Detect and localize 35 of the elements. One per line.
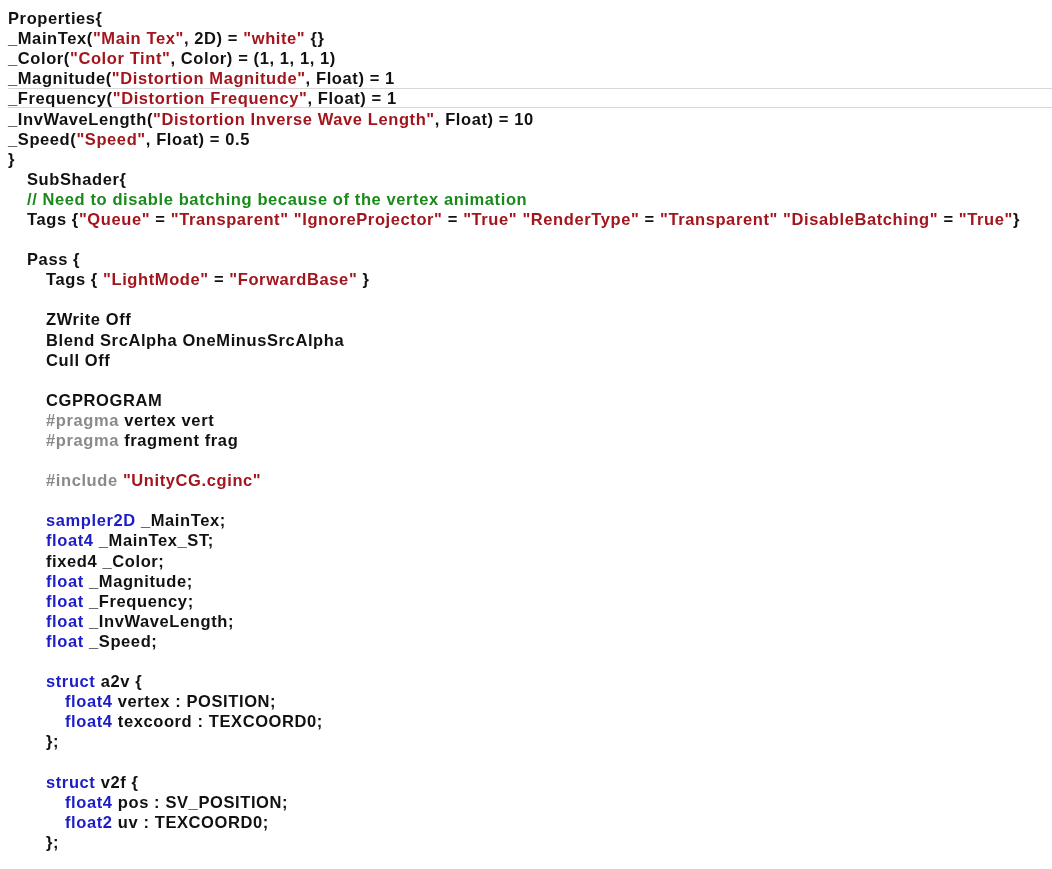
code-line: ZWrite Off (46, 309, 132, 330)
code-line: fixed4 _Color; (46, 550, 165, 571)
code-line: #include "UnityCG.cginc" (46, 470, 262, 491)
code-line: Properties{ (8, 8, 103, 29)
code-line: _Speed("Speed", Float) = 0.5 (8, 128, 250, 149)
code-line: float _Magnitude; (46, 570, 193, 591)
code-line: Tags {"Queue" = "Transparent" "IgnoreProjector" = "True" "RenderType" = "Transparent" "DisableBatching" = "True"} (27, 209, 1020, 229)
code-line: sampler2D _MainTex; (46, 510, 226, 531)
code-line: CGPROGRAM (46, 389, 163, 410)
code-line: }; (46, 731, 60, 752)
code-line: Tags { "LightMode" = "ForwardBase" } (46, 269, 370, 290)
code-line: struct v2f { (46, 771, 139, 792)
code-line: Pass { (27, 249, 81, 270)
code-line: float4 vertex : POSITION; (65, 691, 277, 712)
code-line: float4 _MainTex_ST; (46, 530, 214, 551)
code-line: #pragma fragment frag (46, 430, 239, 450)
code-line: _Magnitude("Distortion Magnitude", Float) = 1 (8, 68, 395, 89)
code-line: #pragma vertex vert (46, 409, 215, 430)
code-line: struct a2v { (46, 671, 143, 692)
code-line: _InvWaveLength("Distortion Inverse Wave Length", Float) = 10 (8, 108, 534, 129)
code-line: } (8, 148, 16, 169)
code-line: float _Speed; (46, 630, 158, 651)
code-line: }; (46, 831, 60, 852)
code-line: Blend SrcAlpha OneMinusSrcAlpha (46, 329, 345, 350)
code-line: SubShader{ (27, 168, 127, 189)
code-line: float2 uv : TEXCOORD0; (65, 811, 269, 832)
code-line: _Frequency("Distortion Frequency", Float) = 1 (8, 88, 397, 109)
code-line: Cull Off (46, 349, 111, 370)
code-line: _MainTex("Main Tex", 2D) = "white" {} (8, 28, 325, 49)
code-line: float4 pos : SV_POSITION; (65, 791, 289, 812)
code-line: float _InvWaveLength; (46, 610, 235, 631)
code-line: float _Frequency; (46, 590, 194, 611)
code-line: float4 texcoord : TEXCOORD0; (65, 711, 323, 732)
code-line: // Need to disable batching because of the vertex animation (27, 188, 528, 209)
code-line: _Color("Color Tint", Color) = (1, 1, 1, 1) (8, 48, 336, 69)
